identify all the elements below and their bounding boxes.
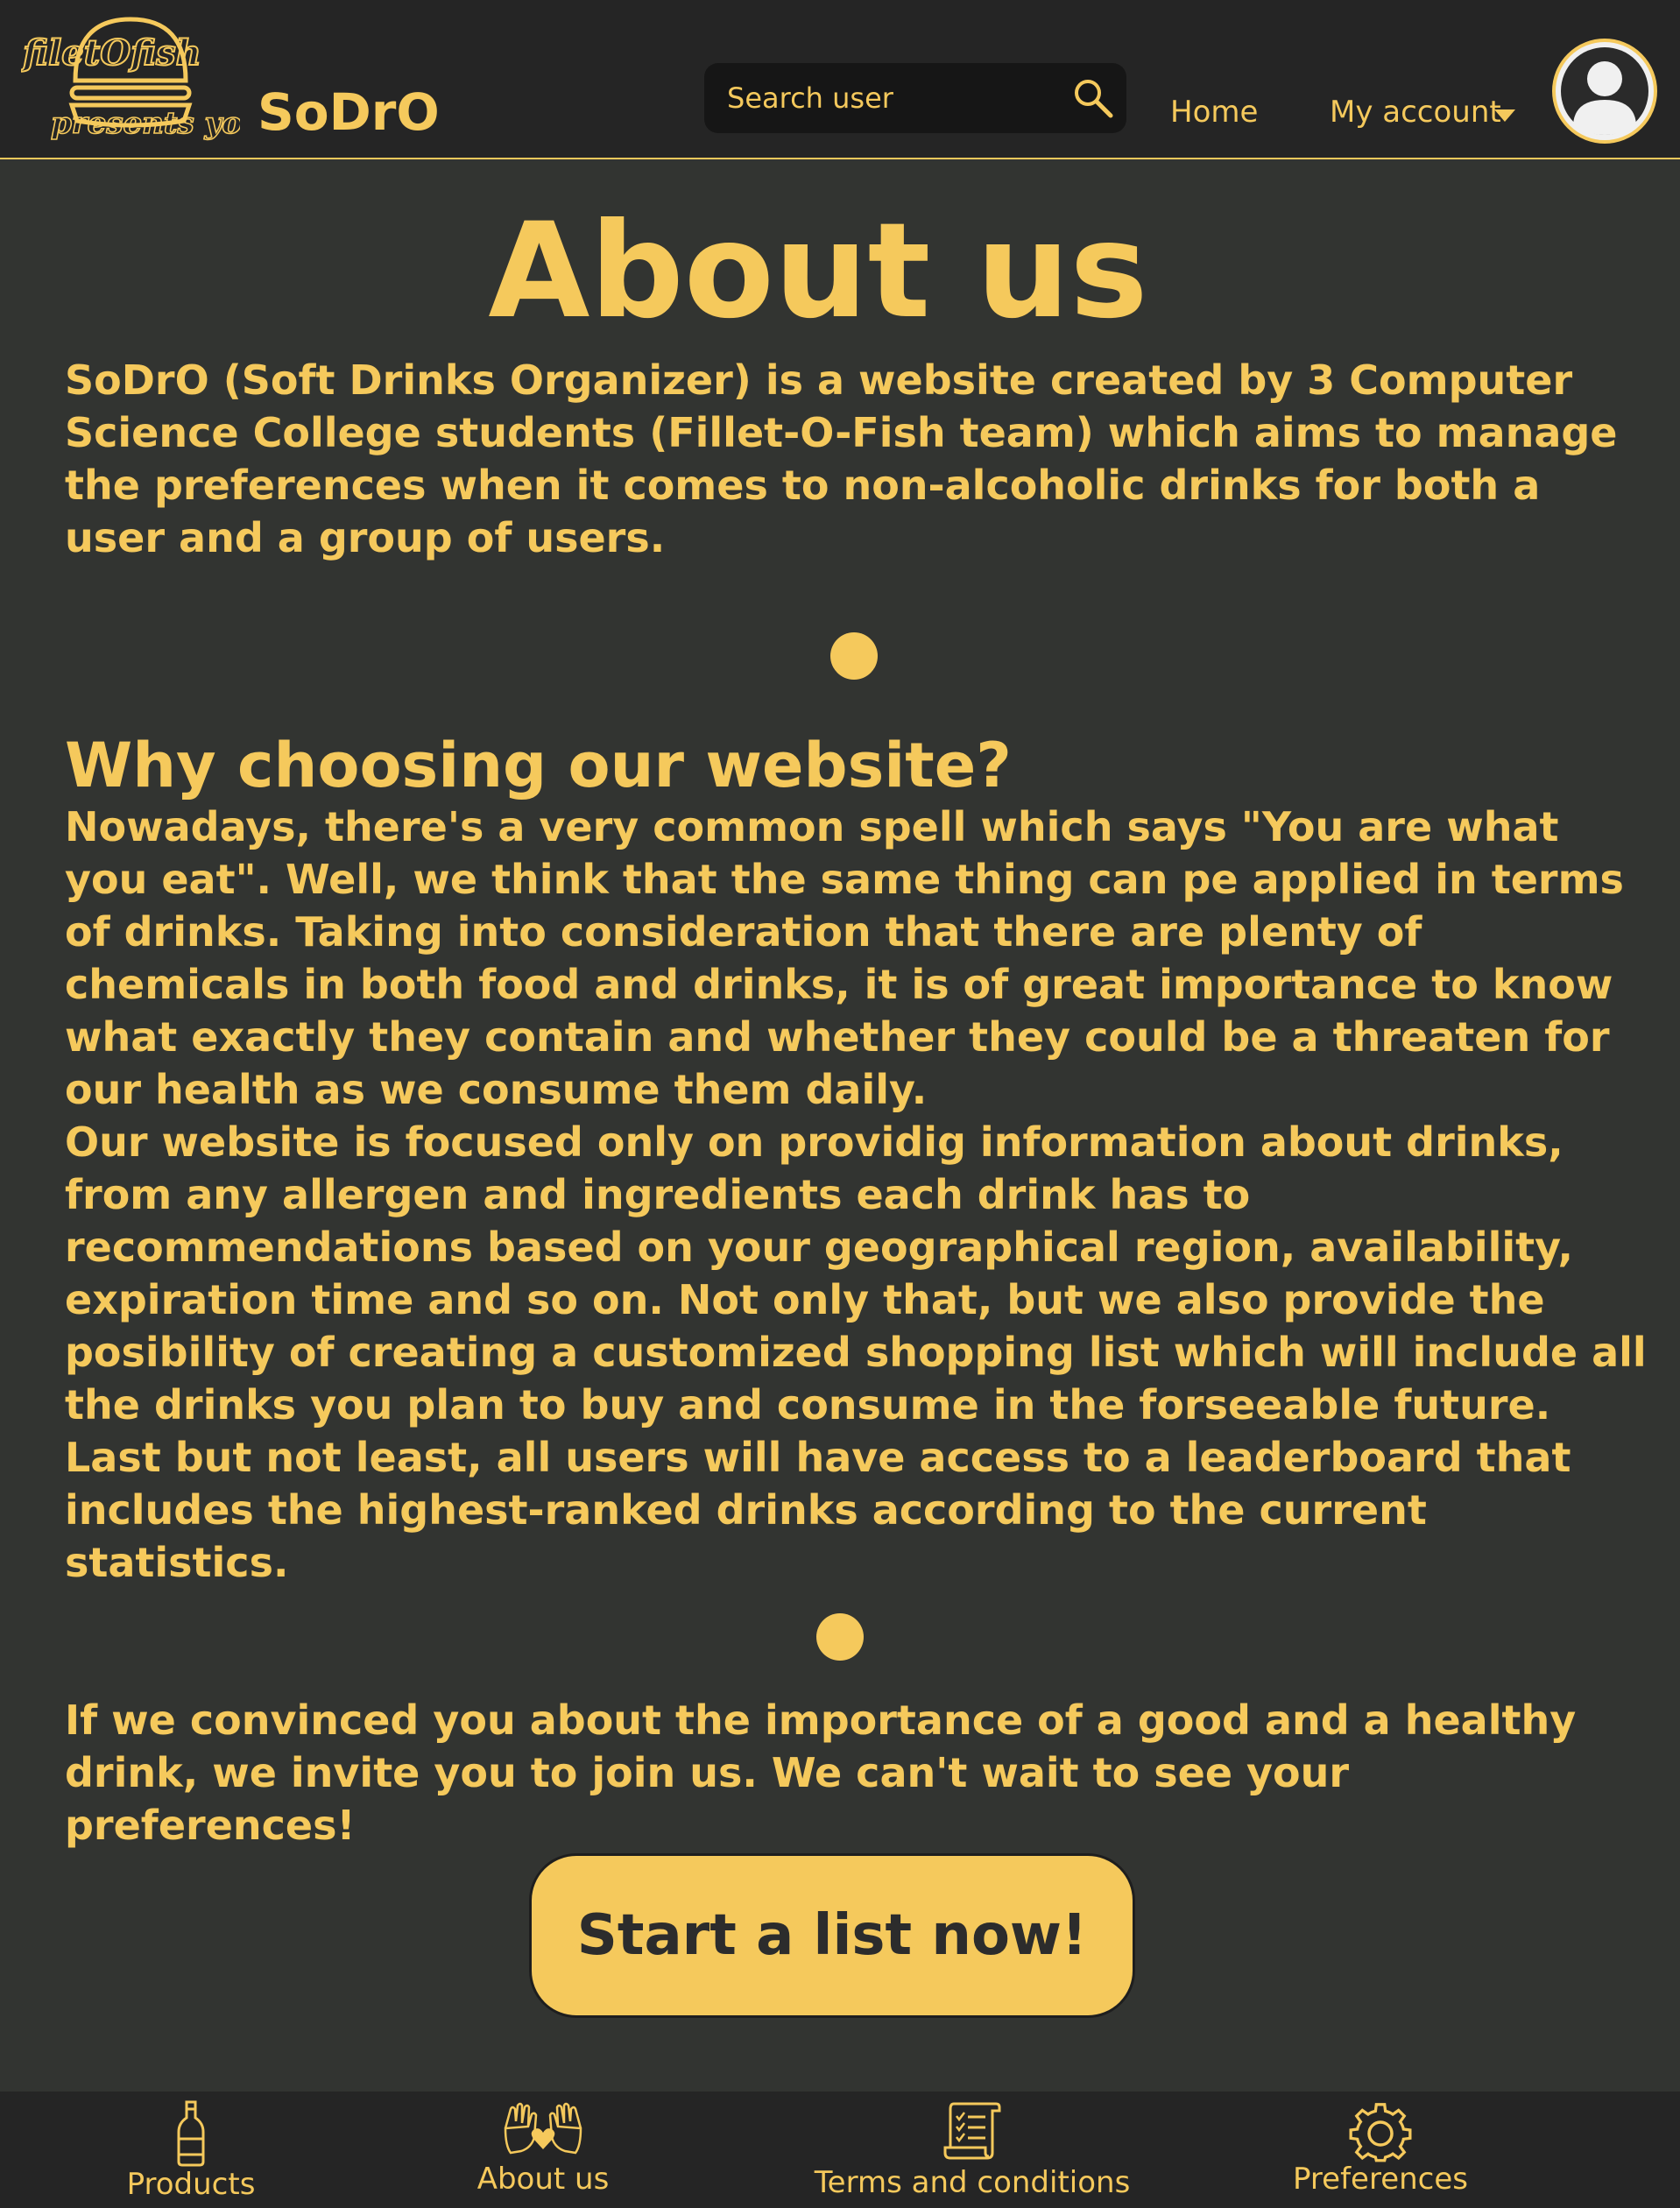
bottom-nav-label: About us xyxy=(476,2162,610,2197)
search-icon[interactable] xyxy=(1070,75,1116,121)
bottom-nav: Products About us Terms and conditions P… xyxy=(0,2092,1680,2208)
nav-my-account-dropdown[interactable]: My account xyxy=(1330,93,1501,131)
bottom-nav-products[interactable]: Products xyxy=(103,2092,279,2208)
bottle-icon xyxy=(177,2100,205,2167)
section-divider-dot xyxy=(830,632,878,680)
brand-name[interactable]: SoDrO xyxy=(258,81,440,144)
why-paragraph: Last but not least, all users will have … xyxy=(65,1434,1571,1586)
bottom-nav-label: Products xyxy=(126,2167,256,2202)
why-paragraph: Nowadays, there's a very common spell wh… xyxy=(65,803,1624,1113)
nav-home-link[interactable]: Home xyxy=(1170,93,1258,131)
start-list-button[interactable]: Start a list now! xyxy=(529,1853,1135,2018)
fillet-o-fish-logo[interactable]: filetOfish presents you xyxy=(21,12,240,144)
scroll-checklist-icon xyxy=(943,2102,1001,2160)
search-input[interactable] xyxy=(725,63,1058,133)
bottom-nav-about-us[interactable]: About us xyxy=(455,2092,631,2208)
svg-text:filetOfish: filetOfish xyxy=(21,32,201,74)
bottom-nav-label: Preferences xyxy=(1293,2162,1468,2197)
bottom-nav-label: Terms and conditions xyxy=(814,2165,1131,2200)
top-header: filetOfish presents you SoDrO Home My ac… xyxy=(0,0,1680,159)
hands-heart-icon xyxy=(504,2102,582,2155)
gear-icon xyxy=(1349,2103,1412,2162)
user-avatar[interactable] xyxy=(1550,37,1659,145)
chevron-down-icon[interactable] xyxy=(1493,107,1517,124)
outro-paragraph: If we convinced you about the importance… xyxy=(65,1697,1577,1849)
page-title: About us xyxy=(488,195,1148,348)
section-divider-dot xyxy=(816,1613,864,1661)
why-section-body: Nowadays, there's a very common spell wh… xyxy=(65,801,1650,1589)
why-paragraph: Our website is focused only on providig … xyxy=(65,1118,1647,1428)
bottom-nav-preferences[interactable]: Preferences xyxy=(1293,2092,1468,2208)
bottom-nav-terms[interactable]: Terms and conditions xyxy=(797,2092,1147,2208)
svg-text:presents you: presents you xyxy=(51,106,240,141)
why-heading: Why choosing our website? xyxy=(65,730,1012,801)
intro-paragraph: SoDrO (Soft Drinks Organizer) is a websi… xyxy=(65,356,1618,561)
search-bar xyxy=(704,63,1126,133)
